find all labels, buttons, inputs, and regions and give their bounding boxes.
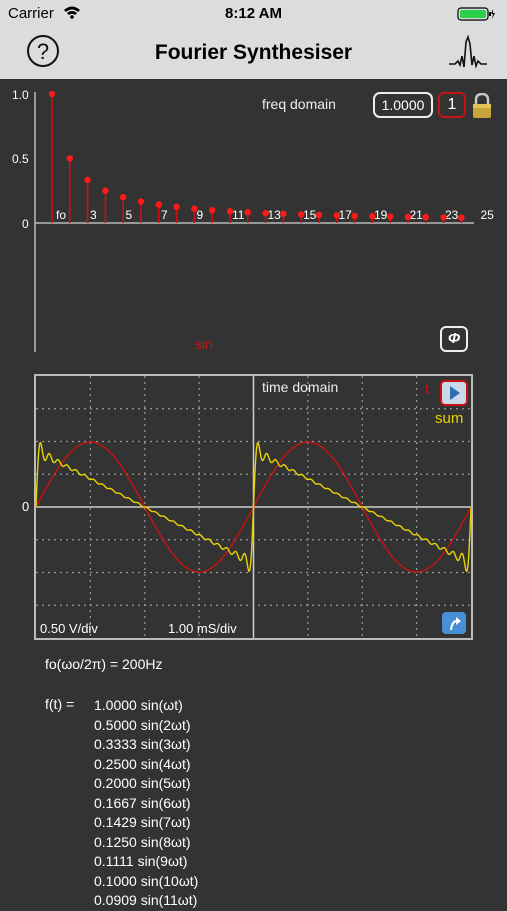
series-terms: 1.0000 sin(ωt) 0.5000 sin(2ωt) 0.3333 sin(… <box>94 696 198 911</box>
harmonic-point[interactable] <box>298 211 305 218</box>
x-tick-label: 23 <box>445 208 459 222</box>
series-term: 0.2000 sin(5ωt) <box>94 775 191 791</box>
reset-button[interactable] <box>442 612 466 634</box>
time-domain-label: time domain <box>262 379 339 395</box>
time-per-div: 1.00 mS/div <box>168 621 237 636</box>
x-tick-label: 5 <box>126 208 133 222</box>
series-term: 0.1250 sin(8ωt) <box>94 833 191 850</box>
series-term: 0.2500 sin(4ωt) <box>94 755 191 772</box>
x-tick-label: 7 <box>161 208 168 222</box>
sum-label: sum <box>435 410 464 427</box>
harmonic-point[interactable] <box>137 198 145 205</box>
amplitude-field[interactable]: 1.0000 <box>373 92 433 118</box>
harmonic-point[interactable] <box>173 203 180 211</box>
series-term: 0.1000 sin(10ωt) <box>94 872 199 889</box>
harmonic-point[interactable] <box>102 187 109 194</box>
series-term: 0.1429 sin(7ωt) <box>94 814 191 830</box>
series-prefix: f(t) = <box>45 696 75 712</box>
harmonic-point[interactable] <box>155 201 162 208</box>
x-tick-label: 11 <box>232 208 245 222</box>
x-tick-label: fo <box>56 208 66 222</box>
harmonic-point[interactable] <box>369 213 376 220</box>
harmonic-point[interactable] <box>120 194 127 201</box>
harmonic-point[interactable] <box>209 206 216 214</box>
harmonic-point[interactable] <box>66 155 74 162</box>
phase-button[interactable]: Φ <box>440 326 468 352</box>
waveform-type-label[interactable]: sin <box>195 336 213 352</box>
x-tick-label: 3 <box>90 208 97 222</box>
series-term: 0.1667 sin(6ωt) <box>94 794 191 811</box>
battery-icon <box>457 7 495 21</box>
harmonic-point[interactable] <box>440 214 447 221</box>
harmonic-point[interactable] <box>191 205 198 212</box>
y-tick-1: 1.0 <box>12 88 29 102</box>
t-label: t <box>425 381 429 397</box>
harmonic-point[interactable] <box>404 213 412 221</box>
x-tick-label: 25 <box>481 208 495 222</box>
reset-icon <box>450 617 461 630</box>
harmonic-point[interactable] <box>315 211 323 219</box>
waveform-icon[interactable] <box>447 34 489 70</box>
harmonic-point[interactable] <box>262 209 269 217</box>
harmonic-point[interactable] <box>351 212 358 220</box>
play-icon <box>450 386 460 400</box>
series-term: 0.3333 sin(3ωt) <box>94 736 191 752</box>
frequency-domain-chart[interactable]: 1.0 0.5 0 fo 3 5 7 9 11 13 15 17 19 21 23 25 <box>0 79 507 359</box>
harmonic-point[interactable] <box>244 209 251 216</box>
fundamental-frequency: fo(ωo/2π) = 200Hz <box>45 656 163 672</box>
page-title: Fourier Synthesiser <box>154 41 353 64</box>
y-tick-05: 0.5 <box>12 152 29 166</box>
harmonic-point[interactable] <box>226 208 234 215</box>
nav-bar: ? Fourier Synthesiser <box>0 28 507 79</box>
series-term: 0.1111 sin(9ωt) <box>94 853 188 869</box>
harmonic-point[interactable] <box>48 90 56 98</box>
harmonic-point[interactable] <box>387 213 394 220</box>
x-tick-label: 9 <box>197 208 204 222</box>
y-tick-0: 0 <box>22 217 29 231</box>
series-term: 0.0909 sin(11ωt) <box>94 892 198 908</box>
x-tick-label: 19 <box>374 208 388 222</box>
volts-per-div: 0.50 V/div <box>40 621 98 636</box>
x-tick-label: 21 <box>410 208 424 222</box>
freq-domain-label: freq domain <box>262 96 336 112</box>
series-term: 1.0000 sin(ωt) <box>94 697 183 713</box>
series-term: 0.5000 sin(2ωt) <box>94 716 191 733</box>
scope-plot <box>35 376 472 638</box>
lock-icon[interactable] <box>471 93 493 119</box>
time-domain-scope <box>34 374 473 640</box>
harmonic-point[interactable] <box>280 210 287 217</box>
harmonic-selector[interactable]: 1 <box>438 92 466 118</box>
x-tick-label: 15 <box>303 208 317 222</box>
harmonic-point[interactable] <box>422 213 429 221</box>
harmonic-point[interactable] <box>84 176 91 184</box>
harmonic-point[interactable] <box>458 214 465 221</box>
scope-zero-label: 0 <box>22 499 30 514</box>
x-tick-label: 17 <box>339 208 353 222</box>
clock: 8:12 AM <box>225 5 282 22</box>
harmonic-point[interactable] <box>333 212 340 219</box>
x-tick-label: 13 <box>268 208 282 222</box>
status-bar: Carrier 8:12 AM <box>0 0 507 28</box>
play-button[interactable] <box>440 380 468 406</box>
